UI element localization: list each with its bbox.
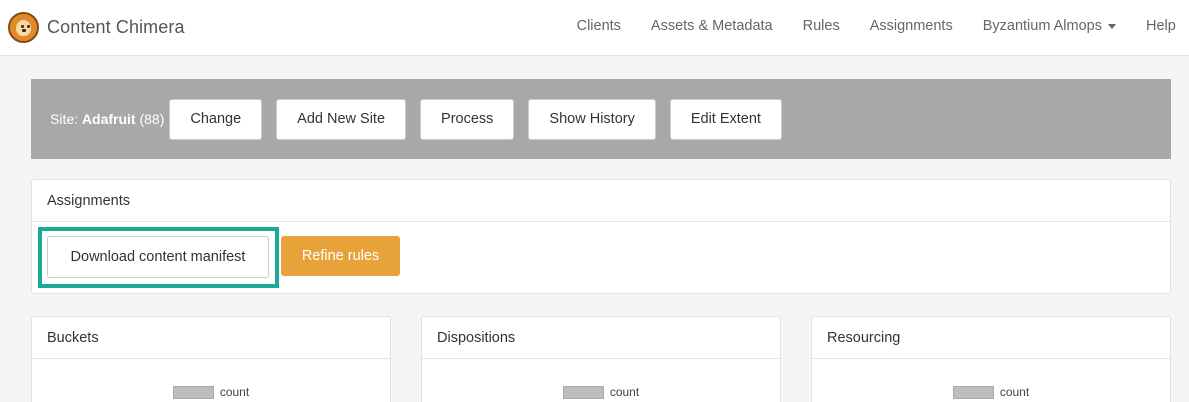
- change-site-button[interactable]: Change: [169, 98, 263, 140]
- buckets-heading: Buckets: [32, 317, 390, 359]
- nav-links: Clients Assets & Metadata Rules Assignme…: [562, 0, 1189, 52]
- legend-label: count: [609, 385, 640, 399]
- show-history-button[interactable]: Show History: [528, 98, 656, 140]
- site-name: Adafruit: [81, 111, 136, 127]
- buckets-panel: Buckets count: [31, 316, 391, 402]
- legend-swatch: [952, 385, 994, 399]
- lion-logo-icon: [8, 11, 39, 43]
- assignments-body: Download content manifest Refine rules: [32, 222, 1170, 294]
- edit-extent-button[interactable]: Edit Extent: [669, 98, 782, 140]
- user-menu[interactable]: Byzantium Almops: [968, 18, 1131, 34]
- dispositions-panel: Dispositions count: [421, 316, 781, 402]
- legend-swatch: [562, 385, 604, 399]
- brand[interactable]: Content Chimera: [8, 10, 185, 44]
- nav-clients[interactable]: Clients: [562, 18, 636, 34]
- brand-name: Content Chimera: [47, 16, 185, 37]
- refine-rules-button[interactable]: Refine rules: [281, 236, 400, 276]
- user-menu-label: Byzantium Almops: [982, 18, 1102, 34]
- assignments-panel: Assignments Download content manifest Re…: [31, 179, 1171, 294]
- resourcing-heading: Resourcing: [812, 317, 1170, 359]
- site-label: Site: Adafruit (88): [50, 111, 165, 127]
- caret-down-icon: [1108, 23, 1116, 29]
- legend-label: count: [219, 385, 250, 399]
- process-button[interactable]: Process: [420, 98, 515, 140]
- assignments-heading: Assignments: [32, 180, 1170, 222]
- dispositions-legend: count: [422, 385, 780, 399]
- dispositions-heading: Dispositions: [422, 317, 780, 359]
- resourcing-panel: Resourcing count: [811, 316, 1171, 402]
- nav-rules[interactable]: Rules: [788, 18, 855, 34]
- add-new-site-button[interactable]: Add New Site: [276, 98, 407, 140]
- legend-swatch: [172, 385, 214, 399]
- nav-assignments[interactable]: Assignments: [855, 18, 968, 34]
- nav-assets-metadata[interactable]: Assets & Metadata: [636, 18, 788, 34]
- buckets-legend: count: [32, 385, 390, 399]
- site-bar: Site: Adafruit (88) Change Add New Site …: [31, 79, 1171, 159]
- download-manifest-button[interactable]: Download content manifest: [47, 236, 269, 278]
- nav-help[interactable]: Help: [1131, 18, 1189, 34]
- site-count: (88): [139, 111, 165, 127]
- top-navbar: Content Chimera Clients Assets & Metadat…: [0, 0, 1189, 56]
- legend-label: count: [999, 385, 1030, 399]
- resourcing-legend: count: [812, 385, 1170, 399]
